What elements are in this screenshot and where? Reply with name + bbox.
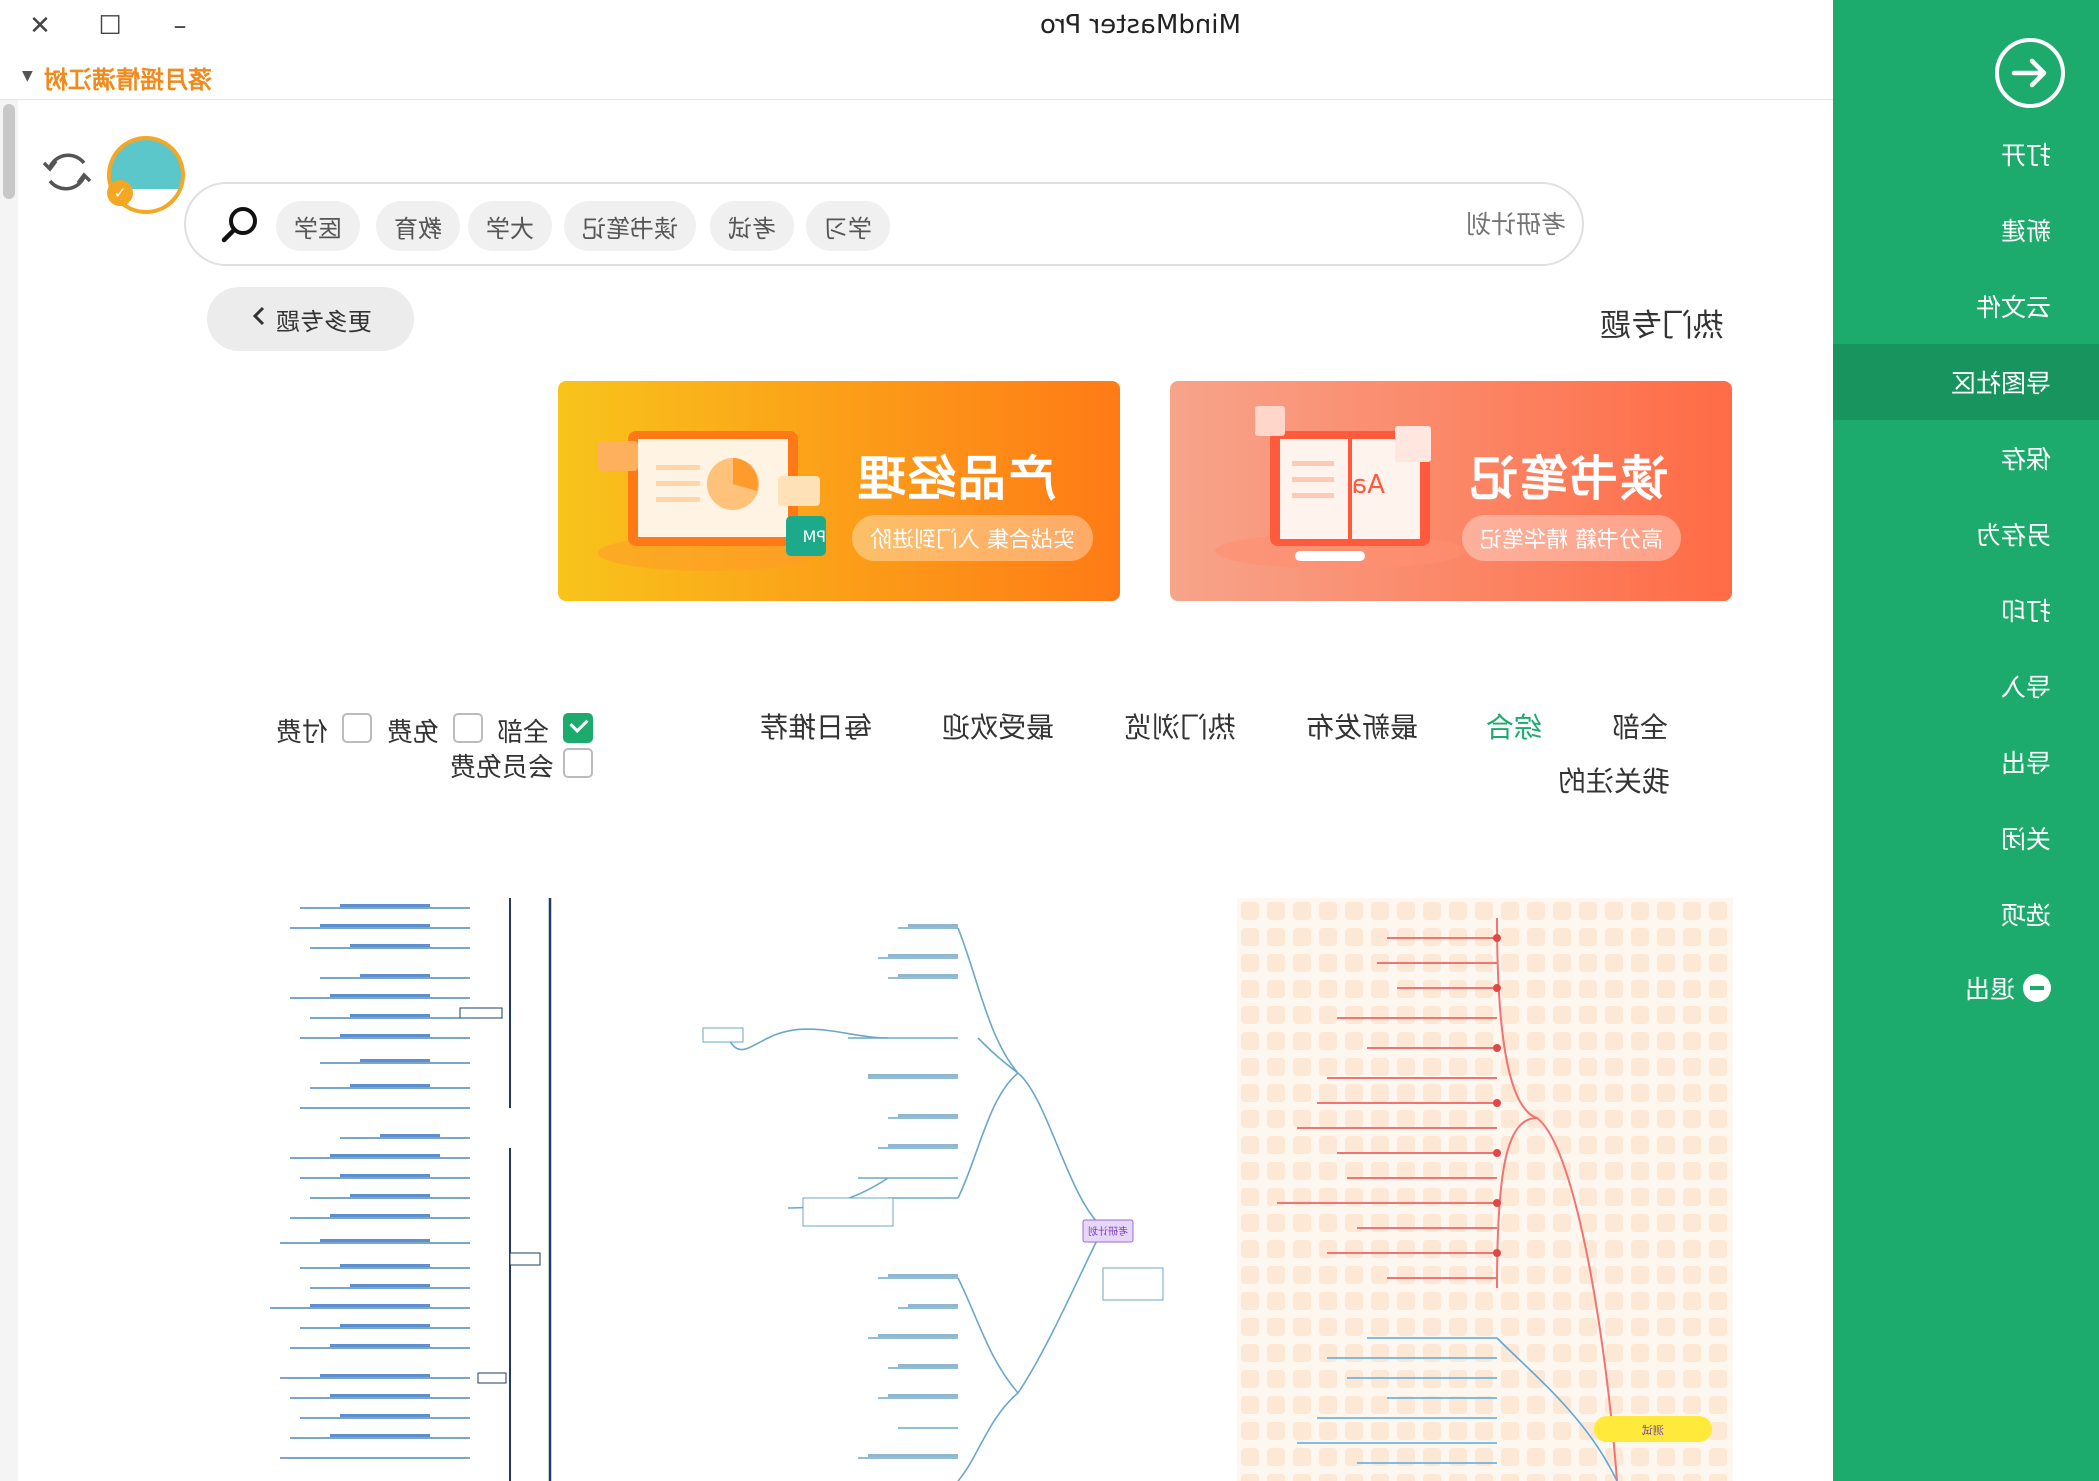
caret-down-icon[interactable]: ▼ bbox=[22, 68, 33, 84]
search-tag[interactable]: 考试 bbox=[710, 201, 794, 251]
scrollbar[interactable] bbox=[0, 100, 18, 1481]
sidebar-item-label: 关闭 bbox=[2000, 825, 2051, 854]
refresh-icon[interactable] bbox=[40, 145, 94, 199]
search-input[interactable] bbox=[1406, 210, 1566, 239]
checkbox-free[interactable] bbox=[453, 713, 483, 743]
search-tag-label: 医学 bbox=[294, 214, 342, 243]
banner-subtitle: 高分书籍 精华笔记 bbox=[1462, 515, 1681, 561]
banner-title: 读书笔记 bbox=[1468, 451, 1669, 507]
sidebar-item-label: 打开 bbox=[2000, 141, 2051, 170]
search-tag[interactable]: 学习 bbox=[806, 201, 890, 251]
sidebar-item-import[interactable]: 导入 bbox=[1833, 648, 2099, 724]
sidebar-item-label: 选项 bbox=[2000, 901, 2051, 930]
checkbox-label: 免费 bbox=[387, 718, 440, 748]
sidebar-item-print[interactable]: 打印 bbox=[1833, 572, 2099, 648]
title-bar: ✕ ☐ – MindMaster Pro bbox=[0, 0, 1833, 52]
tab-all[interactable]: 全部 bbox=[1612, 706, 1668, 746]
banner-subtitle-text: 高分书籍 精华笔记 bbox=[1480, 528, 1663, 553]
svg-text:Aa: Aa bbox=[1351, 470, 1385, 500]
mindmap-thumbnail bbox=[270, 898, 552, 1481]
close-glyph: ✕ bbox=[29, 11, 51, 41]
search-tag[interactable]: 教育 bbox=[376, 201, 460, 251]
section-title: 热门专题 bbox=[1600, 308, 1724, 344]
laptop-illustration-icon: PM bbox=[598, 431, 826, 571]
sidebar-item-label: 退出 bbox=[1964, 975, 2015, 1004]
search-tag[interactable]: 大学 bbox=[468, 201, 552, 251]
tab-following[interactable]: 我关注的 bbox=[1558, 760, 1670, 800]
template-card[interactable]: 考研计划 bbox=[688, 898, 1188, 1481]
checkbox-paid[interactable] bbox=[342, 713, 372, 743]
search-tag-label: 读书笔记 bbox=[582, 214, 678, 243]
user-bar: ▼ 落月摇情满江树 bbox=[0, 52, 1833, 100]
tab-comprehensive[interactable]: 综合 bbox=[1486, 706, 1542, 746]
sidebar-item-export[interactable]: 导出 bbox=[1833, 724, 2099, 800]
template-card[interactable]: 测试 bbox=[1237, 898, 1733, 1481]
node-label: 考研计划 bbox=[1088, 1225, 1128, 1238]
svg-text:PM: PM bbox=[803, 527, 826, 546]
user-name[interactable]: 落月摇情满江树 bbox=[44, 60, 212, 95]
tab-latest[interactable]: 最新发布 bbox=[1306, 706, 1418, 746]
banner-title: 产品经理 bbox=[856, 451, 1057, 507]
sidebar-item-community[interactable]: 导图社区 bbox=[1833, 344, 2099, 420]
more-topics-label: 更多专题 bbox=[275, 307, 372, 336]
search-tag-label: 大学 bbox=[486, 214, 534, 243]
tab-popular[interactable]: 最受欢迎 bbox=[942, 706, 1054, 746]
search-bar: 医学 教育 大学 读书笔记 考试 学习 bbox=[184, 182, 1584, 266]
banner-subtitle-text: 实战合集 入门到进阶 bbox=[870, 528, 1075, 553]
search-tag-label: 学习 bbox=[824, 214, 872, 243]
sidebar-item-label: 另存为 bbox=[1975, 521, 2051, 550]
exit-icon bbox=[2023, 974, 2051, 1002]
scrollbar-thumb[interactable] bbox=[3, 104, 15, 199]
tab-hot[interactable]: 热门浏览 bbox=[1124, 706, 1236, 746]
search-tag-label: 考试 bbox=[728, 214, 776, 243]
window-title: MindMaster Pro bbox=[1040, 10, 1241, 40]
vip-badge-icon: ✓ bbox=[107, 180, 133, 206]
checkbox-label: 付费 bbox=[276, 718, 329, 748]
checkbox-label: 会员免费 bbox=[450, 753, 555, 783]
search-tag[interactable]: 医学 bbox=[276, 201, 360, 251]
chevron-left-icon bbox=[250, 305, 268, 333]
sidebar-item-label: 打印 bbox=[2000, 597, 2051, 626]
sidebar-item-close[interactable]: 关闭 bbox=[1833, 800, 2099, 876]
book-illustration-icon: Aa bbox=[1215, 406, 1465, 569]
sidebar-item-label: 导出 bbox=[2000, 749, 2051, 778]
back-arrow-icon[interactable] bbox=[1995, 38, 2065, 108]
checkbox-all[interactable] bbox=[563, 713, 593, 743]
maximize-icon[interactable]: ☐ bbox=[92, 8, 128, 44]
sidebar-item-options[interactable]: 选项 bbox=[1833, 876, 2099, 952]
sidebar-item-new[interactable]: 新建 bbox=[1833, 192, 2099, 268]
sidebar: 打开 新建 云文件 导图社区 保存 另存为 打印 导入 导出 关闭 选项 退出 bbox=[1833, 0, 2099, 1481]
search-tag-label: 教育 bbox=[394, 214, 442, 243]
checkbox-member-free[interactable] bbox=[563, 748, 593, 778]
sidebar-item-label: 云文件 bbox=[1975, 293, 2051, 322]
mindmap-thumbnail: 考研计划 bbox=[702, 924, 1164, 1481]
sidebar-item-save-as[interactable]: 另存为 bbox=[1833, 496, 2099, 572]
banner-reading-notes[interactable]: Aa 读书笔记 高分书籍 精华笔记 bbox=[1170, 381, 1732, 601]
banner-product-manager[interactable]: PM 产品经理 实战合集 入门到进阶 bbox=[558, 381, 1120, 601]
banner-subtitle: 实战合集 入门到进阶 bbox=[852, 515, 1093, 561]
node-label: 测试 bbox=[1642, 1424, 1664, 1437]
minimize-icon[interactable]: – bbox=[162, 8, 198, 44]
checkbox-label: 全部 bbox=[497, 718, 550, 748]
sidebar-item-label: 导入 bbox=[2000, 673, 2051, 702]
minimize-glyph: – bbox=[173, 11, 187, 41]
maximize-glyph: ☐ bbox=[98, 11, 122, 41]
sidebar-item-open[interactable]: 打开 bbox=[1833, 116, 2099, 192]
search-icon[interactable] bbox=[218, 202, 262, 246]
template-card[interactable] bbox=[140, 898, 640, 1481]
sidebar-item-save[interactable]: 保存 bbox=[1833, 420, 2099, 496]
sidebar-item-label: 新建 bbox=[2000, 217, 2051, 246]
sidebar-item-exit[interactable]: 退出 bbox=[1833, 950, 2099, 1026]
search-tag[interactable]: 读书笔记 bbox=[564, 201, 696, 251]
sidebar-item-cloud-files[interactable]: 云文件 bbox=[1833, 268, 2099, 344]
more-topics-button[interactable]: 更多专题 bbox=[207, 287, 414, 351]
mindmap-thumbnail: 测试 bbox=[1237, 898, 1733, 1481]
sidebar-item-label: 保存 bbox=[2000, 445, 2051, 474]
tab-daily[interactable]: 每日推荐 bbox=[760, 706, 872, 746]
sidebar-item-label: 导图社区 bbox=[1950, 369, 2051, 398]
close-icon[interactable]: ✕ bbox=[22, 8, 58, 44]
